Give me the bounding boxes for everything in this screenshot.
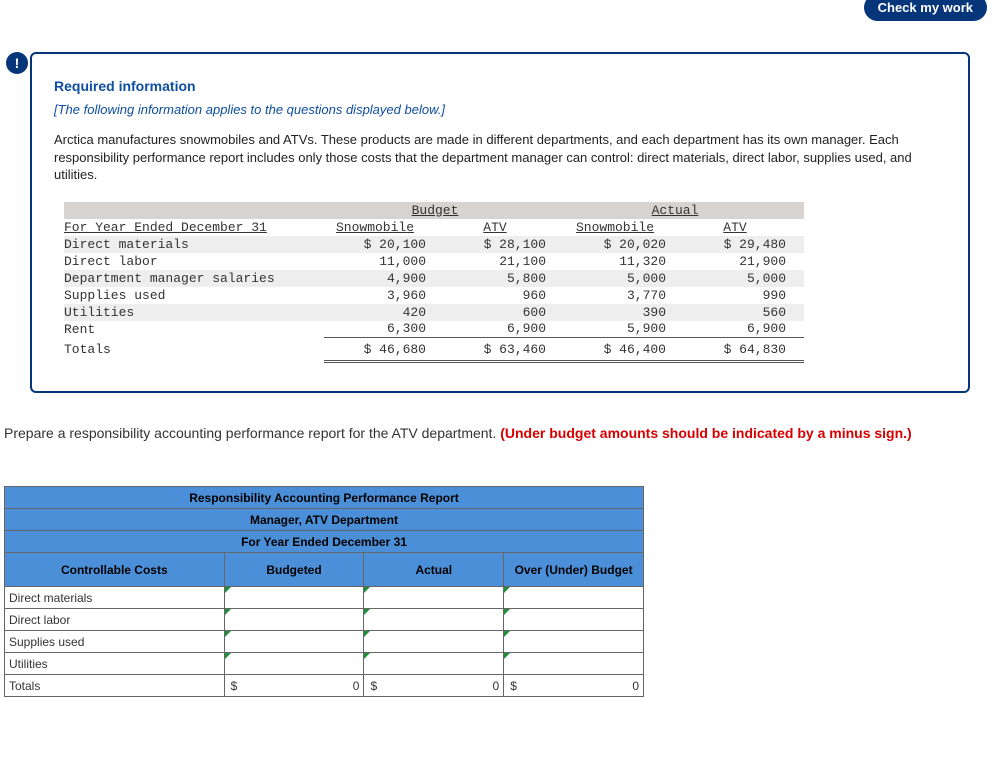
cell: 5,900: [564, 321, 684, 338]
cell: 990: [684, 287, 804, 304]
row-label: Rent: [64, 321, 324, 338]
row-label: Direct materials: [64, 236, 324, 253]
budget-header: Budget: [412, 203, 459, 218]
answer-table: Responsibility Accounting Performance Re…: [4, 486, 644, 697]
instruction-red: (Under budget amounts should be indicate…: [500, 425, 911, 441]
row-direct-materials: Direct materials: [5, 587, 225, 609]
budget-actual-table: Budget Actual For Year Ended December 31…: [64, 202, 804, 364]
report-title-2: Manager, ATV Department: [5, 509, 644, 531]
check-my-work-button[interactable]: Check my work: [864, 0, 987, 21]
row-label: Supplies used: [64, 287, 324, 304]
col-budgeted: Budgeted: [224, 553, 364, 587]
input-su-over[interactable]: [504, 631, 644, 653]
cell: 5,000: [684, 270, 804, 287]
col-controllable-costs: Controllable Costs: [5, 553, 225, 587]
instruction-main: Prepare a responsibility accounting perf…: [4, 425, 500, 441]
row-supplies-used: Supplies used: [5, 631, 225, 653]
row-totals: Totals: [5, 675, 225, 697]
cell: 21,900: [684, 253, 804, 270]
input-su-actual[interactable]: [364, 631, 504, 653]
cell: 3,770: [564, 287, 684, 304]
cell: 960: [444, 287, 564, 304]
input-dl-budgeted[interactable]: [224, 609, 364, 631]
input-su-budgeted[interactable]: [224, 631, 364, 653]
input-dl-actual[interactable]: [364, 609, 504, 631]
applies-note: [The following information applies to th…: [54, 102, 946, 117]
total-over-cell: $0: [504, 675, 644, 697]
cell: 5,800: [444, 270, 564, 287]
period-label: For Year Ended December 31: [64, 219, 324, 236]
row-label: Department manager salaries: [64, 270, 324, 287]
cell: 390: [564, 304, 684, 321]
cell: 560: [684, 304, 804, 321]
col-atv-budget: ATV: [444, 219, 564, 236]
col-snow-budget: Snowmobile: [324, 219, 444, 236]
cell: 5,000: [564, 270, 684, 287]
col-snow-actual: Snowmobile: [564, 219, 684, 236]
cell: 420: [324, 304, 444, 321]
cell: 6,300: [324, 321, 444, 338]
report-title-3: For Year Ended December 31: [5, 531, 644, 553]
input-dl-over[interactable]: [504, 609, 644, 631]
input-ut-budgeted[interactable]: [224, 653, 364, 675]
info-card: Required information [The following info…: [30, 52, 970, 393]
cell: 6,900: [444, 321, 564, 338]
col-actual: Actual: [364, 553, 504, 587]
cell: $ 28,100: [444, 236, 564, 253]
cell: $ 20,020: [564, 236, 684, 253]
cell: 600: [444, 304, 564, 321]
total-cell: $ 64,830: [684, 338, 804, 362]
scenario-text: Arctica manufactures snowmobiles and ATV…: [54, 131, 946, 184]
exclamation-badge: !: [6, 52, 28, 74]
cell: $ 20,100: [324, 236, 444, 253]
col-atv-actual: ATV: [684, 219, 804, 236]
total-cell: $ 46,400: [564, 338, 684, 362]
input-ut-over[interactable]: [504, 653, 644, 675]
cell: 3,960: [324, 287, 444, 304]
answer-table-container: Responsibility Accounting Performance Re…: [4, 486, 644, 697]
actual-header: Actual: [652, 203, 699, 218]
row-direct-labor: Direct labor: [5, 609, 225, 631]
input-dm-actual[interactable]: [364, 587, 504, 609]
totals-label: Totals: [64, 338, 324, 362]
row-label: Direct labor: [64, 253, 324, 270]
cell: 11,320: [564, 253, 684, 270]
instruction-text: Prepare a responsibility accounting perf…: [4, 424, 984, 442]
cell: 21,100: [444, 253, 564, 270]
total-actual-cell: $0: [364, 675, 504, 697]
cell: $ 29,480: [684, 236, 804, 253]
input-dm-budgeted[interactable]: [224, 587, 364, 609]
total-cell: $ 46,680: [324, 338, 444, 362]
row-label: Utilities: [64, 304, 324, 321]
total-cell: $ 63,460: [444, 338, 564, 362]
required-info-title: Required information: [54, 78, 946, 94]
cell: 11,000: [324, 253, 444, 270]
input-dm-over[interactable]: [504, 587, 644, 609]
row-utilities: Utilities: [5, 653, 225, 675]
cell: 4,900: [324, 270, 444, 287]
cell: 6,900: [684, 321, 804, 338]
input-ut-actual[interactable]: [364, 653, 504, 675]
col-over-under: Over (Under) Budget: [504, 553, 644, 587]
total-budgeted-cell: $0: [224, 675, 364, 697]
report-title-1: Responsibility Accounting Performance Re…: [5, 487, 644, 509]
